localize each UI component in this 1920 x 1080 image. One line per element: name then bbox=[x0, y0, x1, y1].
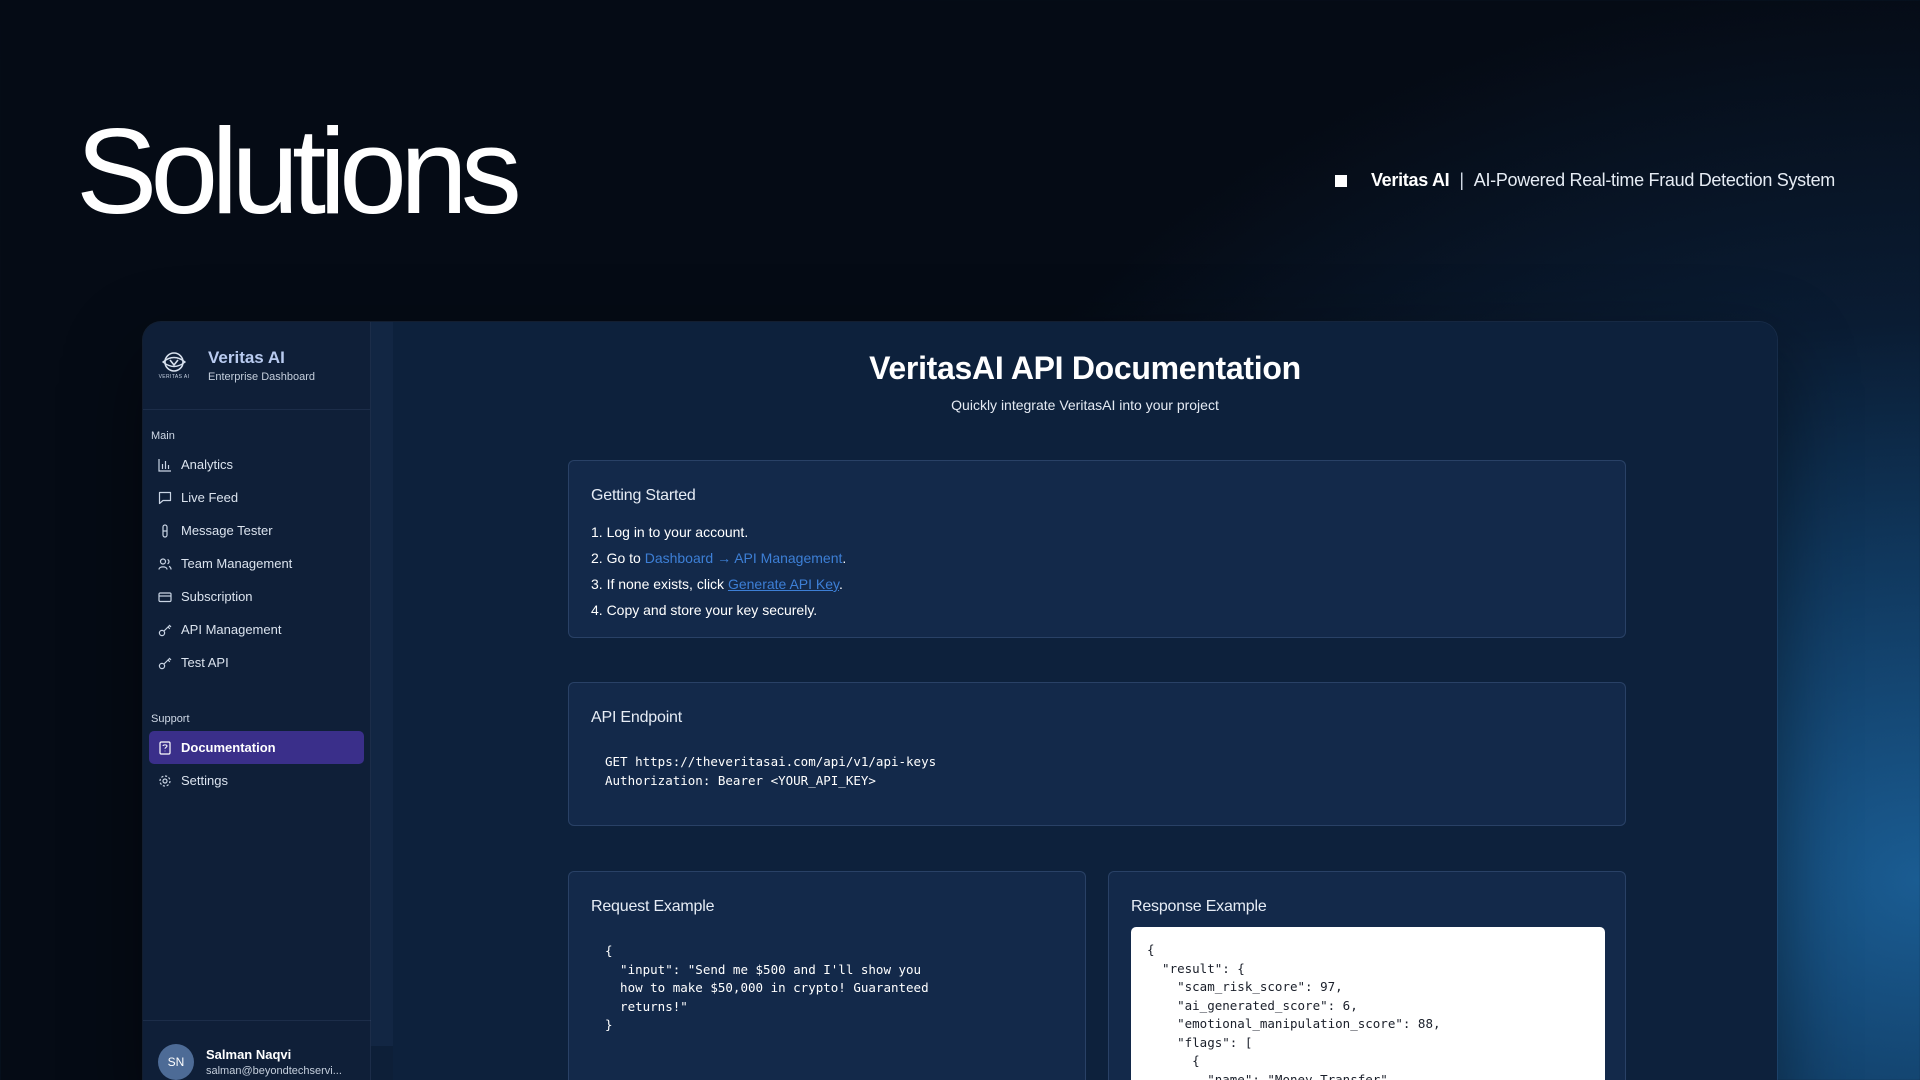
main-content: VeritasAI API Documentation Quickly inte… bbox=[393, 322, 1777, 1080]
sidebar-item-settings[interactable]: Settings bbox=[149, 764, 364, 797]
sidebar-item-label: Message Tester bbox=[181, 523, 273, 538]
tagline: Veritas AI | AI-Powered Real-time Fraud … bbox=[1334, 170, 1836, 191]
step-text: . bbox=[838, 576, 843, 592]
sidebar-item-label: Subscription bbox=[181, 589, 253, 604]
user-name: Salman Naqvi bbox=[206, 1046, 292, 1062]
sidebar-item-message-tester[interactable]: Message Tester bbox=[149, 514, 364, 547]
sidebar-item-label: Live Feed bbox=[181, 490, 239, 505]
sidebar-item-label: Analytics bbox=[181, 457, 234, 472]
step-item: 2. Go to Dashboard → API Management. bbox=[591, 545, 846, 571]
card-title: Response Example bbox=[1131, 898, 1267, 915]
page-subtitle: Quickly integrate VeritasAI into your pr… bbox=[951, 397, 1219, 413]
sidebar-item-label: Test API bbox=[181, 655, 229, 670]
credit-card-icon bbox=[157, 589, 173, 605]
sidebar-item-api-management[interactable]: API Management bbox=[149, 613, 364, 646]
request-example-card: Request Example { "input": "Send me $500… bbox=[568, 871, 1086, 1080]
sidebar-item-label: Documentation bbox=[181, 740, 276, 755]
response-example-card: Response Example { "result": { "scam_ris… bbox=[1108, 871, 1626, 1080]
sidebar-item-test-api[interactable]: Test API bbox=[149, 646, 364, 679]
generate-api-key-link[interactable]: Generate API Key bbox=[728, 576, 839, 592]
key-icon bbox=[157, 622, 173, 638]
step-text: . bbox=[842, 550, 847, 566]
page-title: VeritasAI API Documentation bbox=[869, 350, 1301, 386]
bar-chart-icon bbox=[157, 457, 173, 473]
step-item: 1. Log in to your account. bbox=[591, 524, 749, 540]
sidebar-item-documentation[interactable]: Documentation bbox=[149, 731, 364, 764]
sidebar-item-team-management[interactable]: Team Management bbox=[149, 547, 364, 580]
tagline-brand: Veritas AI bbox=[1370, 170, 1450, 190]
user-profile[interactable]: SN Salman Naqvi salman@beyondtechservi..… bbox=[143, 1020, 371, 1080]
card-title: Getting Started bbox=[591, 487, 696, 504]
sidebar-item-live-feed[interactable]: Live Feed bbox=[149, 481, 364, 514]
sidebar-item-analytics[interactable]: Analytics bbox=[149, 448, 364, 481]
sidebar-item-subscription[interactable]: Subscription bbox=[149, 580, 364, 613]
request-code: { "input": "Send me $500 and I'll show y… bbox=[605, 943, 929, 1032]
section-label-main: Main bbox=[151, 430, 175, 442]
sidebar: VERITAS AI Veritas AI Enterprise Dashboa… bbox=[143, 322, 371, 1080]
document-icon bbox=[157, 740, 173, 756]
sidebar-scrollbar[interactable] bbox=[371, 322, 393, 1046]
app-subtitle: Enterprise Dashboard bbox=[208, 371, 316, 383]
getting-started-card: Getting Started 1. Log in to your accoun… bbox=[568, 460, 1626, 638]
card-title: Request Example bbox=[591, 898, 715, 915]
key-icon bbox=[157, 655, 173, 671]
app-name: Veritas AI bbox=[208, 348, 285, 367]
step-item: 3. If none exists, click Generate API Ke… bbox=[591, 571, 846, 597]
test-tube-icon bbox=[157, 523, 173, 539]
api-endpoint-card: API Endpoint GET https://theveritasai.co… bbox=[568, 682, 1626, 826]
steps-list: 1. Log in to your account. 2. Go to Dash… bbox=[591, 519, 846, 623]
response-code-box: { "result": { "scam_risk_score": 97, "ai… bbox=[1131, 927, 1605, 1080]
logo-row[interactable]: VERITAS AI Veritas AI Enterprise Dashboa… bbox=[143, 322, 370, 410]
dashboard-api-management-link[interactable]: Dashboard → API Management bbox=[645, 550, 843, 566]
gear-icon bbox=[157, 773, 173, 789]
avatar: SN bbox=[158, 1043, 194, 1080]
response-code: { "result": { "scam_risk_score": 97, "ai… bbox=[1147, 942, 1441, 1080]
users-icon bbox=[157, 556, 173, 572]
user-email: salman@beyondtechservi... bbox=[206, 1064, 342, 1077]
veritas-logo-icon: VERITAS AI bbox=[154, 346, 194, 386]
step-text: 3. If none exists, click bbox=[591, 576, 728, 592]
tagline-description: AI-Powered Real-time Fraud Detection Sys… bbox=[1473, 170, 1836, 190]
sidebar-item-label: Team Management bbox=[181, 556, 293, 571]
endpoint-code: GET https://theveritasai.com/api/v1/api-… bbox=[605, 754, 937, 788]
logo-caption: VERITAS AI bbox=[158, 374, 190, 380]
step-item: 4. Copy and store your key securely. bbox=[591, 602, 818, 618]
app-window: VERITAS AI Veritas AI Enterprise Dashboa… bbox=[143, 322, 1777, 1080]
square-bullet-icon bbox=[1334, 174, 1347, 187]
sidebar-item-label: API Management bbox=[181, 622, 282, 637]
section-label-support: Support bbox=[151, 713, 190, 725]
card-title: API Endpoint bbox=[591, 709, 682, 726]
step-text: 2. Go to bbox=[591, 550, 645, 566]
tagline-separator: | bbox=[1459, 170, 1464, 190]
sidebar-item-label: Settings bbox=[181, 773, 228, 788]
hero-title: Solutions bbox=[76, 103, 522, 239]
chat-bubble-icon bbox=[157, 490, 173, 506]
